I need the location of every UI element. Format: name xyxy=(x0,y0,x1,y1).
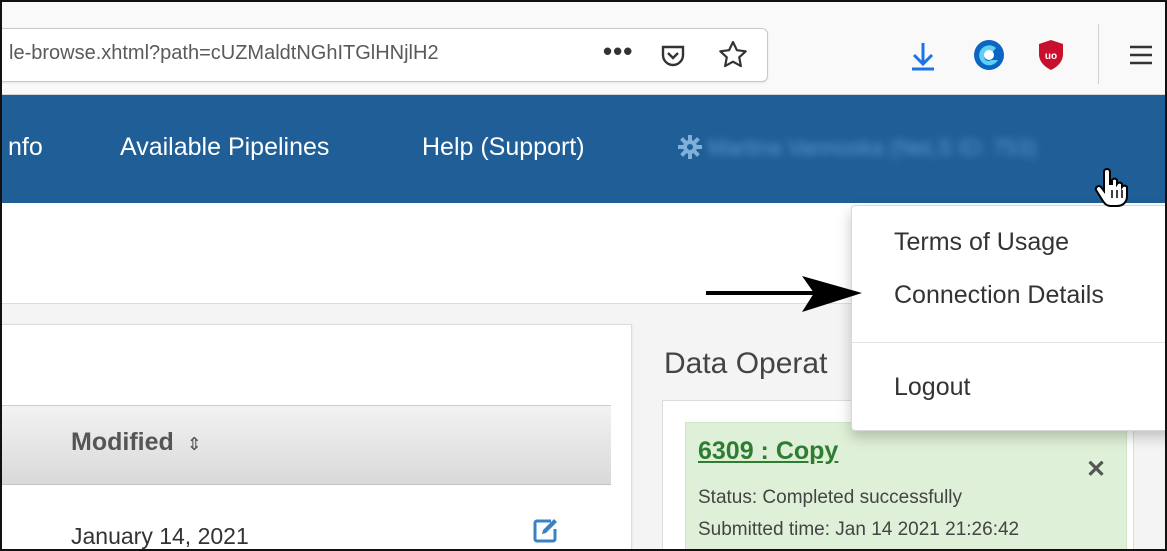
close-icon[interactable]: ✕ xyxy=(1086,455,1106,484)
operation-status: Status: Completed successfully xyxy=(698,487,963,508)
screenshot-frame: le-browse.xhtml?path=cUZMaldtNGhITGlHNjl… xyxy=(0,0,1167,551)
user-menu-toggle[interactable]: Martina Vannoska (NeLS ID: 753) xyxy=(708,135,1138,161)
app-navbar: nfo Available Pipelines Help (Support) M… xyxy=(2,95,1165,203)
browser-toolbar: le-browse.xhtml?path=cUZMaldtNGhITGlHNjl… xyxy=(2,2,1165,95)
file-list-panel: Modified ⇕ January 14, 2021 xyxy=(2,324,632,549)
svg-text:uo: uo xyxy=(1045,51,1057,62)
hand-cursor-icon xyxy=(1094,168,1130,213)
url-text[interactable]: le-browse.xhtml?path=cUZMaldtNGhITGlHNjl… xyxy=(9,42,597,65)
ublock-icon[interactable]: uo xyxy=(1036,38,1066,72)
toolbar-separator xyxy=(1098,24,1099,84)
url-bar[interactable]: le-browse.xhtml?path=cUZMaldtNGhITGlHNjl… xyxy=(2,28,768,82)
pocket-icon[interactable] xyxy=(659,41,687,69)
operation-submitted-time: Submitted time: Jan 14 2021 21:26:42 xyxy=(698,519,1020,540)
arrow-annotation xyxy=(702,272,862,323)
table-header: Modified ⇕ xyxy=(2,405,611,485)
data-operations-title: Data Operat xyxy=(664,347,828,380)
menu-divider xyxy=(852,342,1165,343)
menu-item-connection-details[interactable]: Connection Details xyxy=(894,281,1104,310)
bookmark-star-icon[interactable] xyxy=(717,39,749,71)
edit-icon[interactable] xyxy=(531,517,559,549)
operation-card: 6309 : Copy ✕ Status: Completed successf… xyxy=(685,422,1127,549)
gear-icon[interactable] xyxy=(678,135,702,159)
modified-header-label: Modified xyxy=(71,428,174,456)
download-icon[interactable] xyxy=(908,40,938,72)
table-row-modified: January 14, 2021 xyxy=(71,523,249,549)
sort-icon: ⇕ xyxy=(186,434,202,454)
nav-item-help-support[interactable]: Help (Support) xyxy=(422,133,585,162)
hamburger-menu-icon[interactable] xyxy=(1128,42,1154,68)
nav-item-info[interactable]: nfo xyxy=(8,133,43,162)
page-actions-button[interactable]: ••• xyxy=(603,36,633,67)
user-dropdown-menu: Terms of Usage Connection Details Logout xyxy=(851,205,1165,431)
operation-link[interactable]: 6309 : Copy xyxy=(698,437,838,466)
menu-item-terms-of-usage[interactable]: Terms of Usage xyxy=(894,228,1069,257)
nav-item-available-pipelines[interactable]: Available Pipelines xyxy=(120,133,329,162)
browser-extension-icon[interactable] xyxy=(972,38,1006,72)
modified-column-header[interactable]: Modified ⇕ xyxy=(71,428,202,457)
menu-item-logout[interactable]: Logout xyxy=(894,373,970,402)
